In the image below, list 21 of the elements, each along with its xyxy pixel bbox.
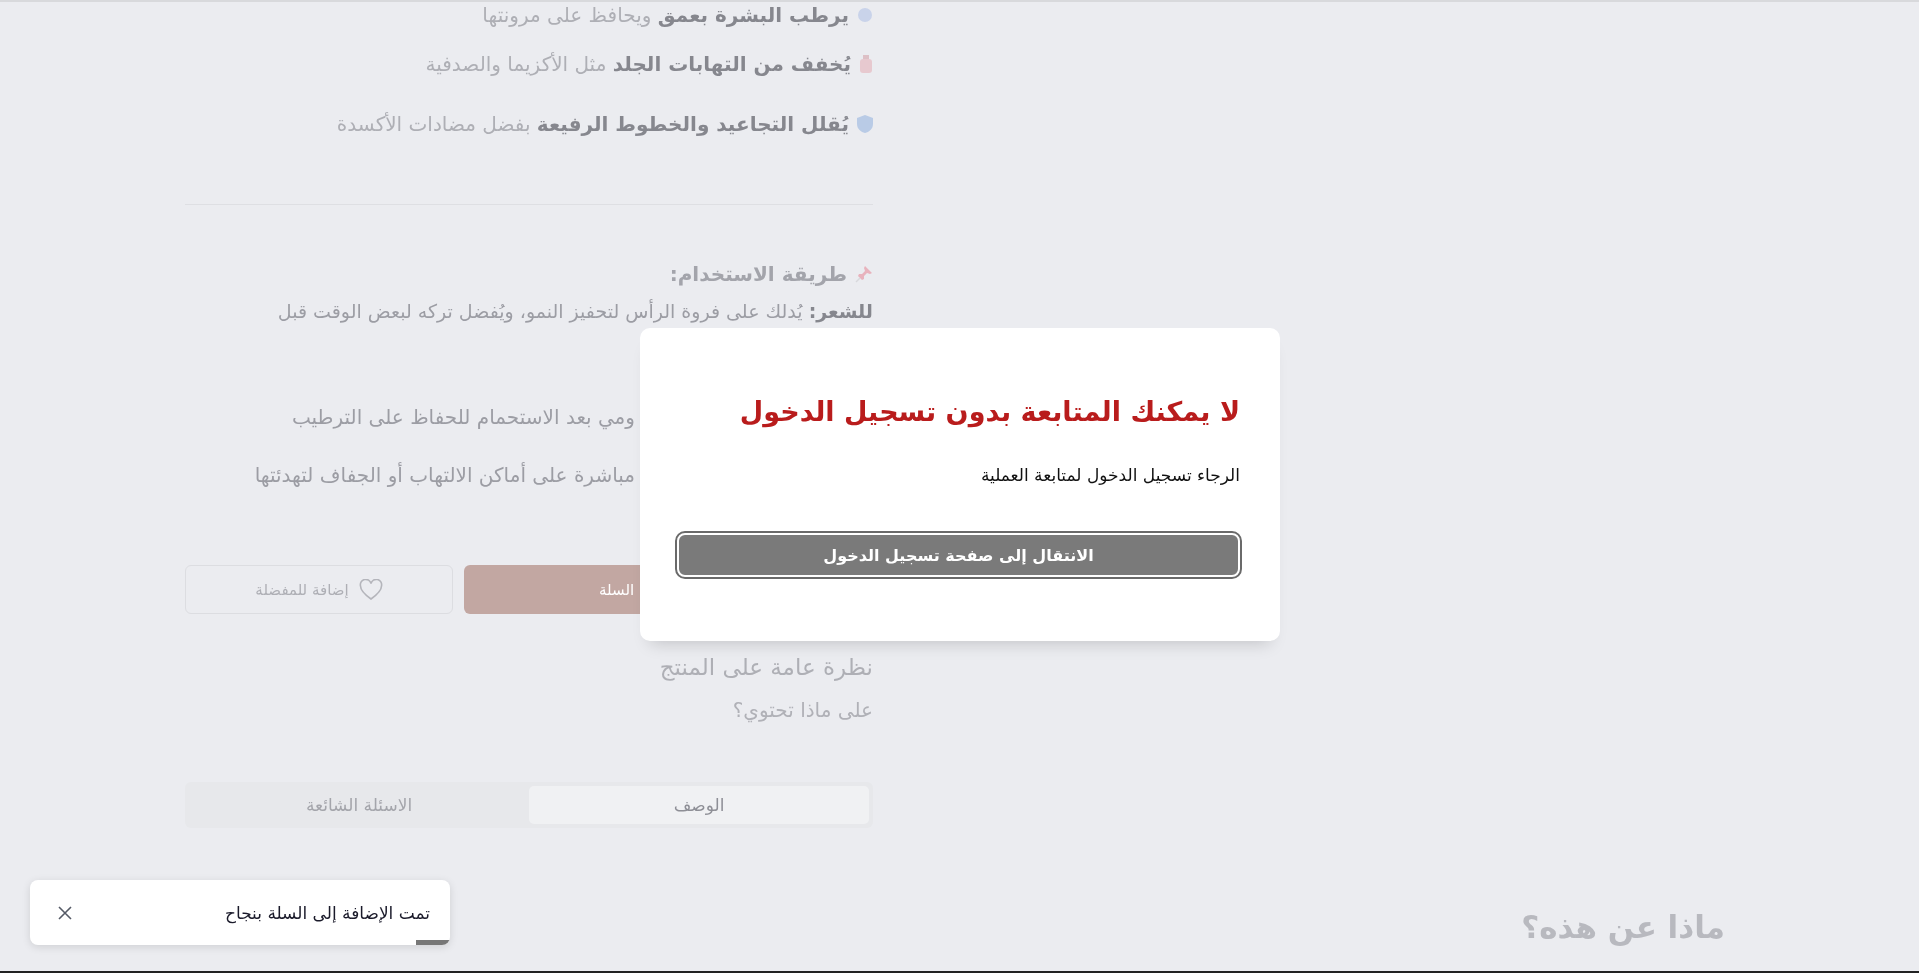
toast-message: تمت الإضافة إلى السلة بنجاح (225, 902, 430, 923)
dialog-message: الرجاء تسجيل الدخول لمتابعة العملية (979, 465, 1240, 485)
overview-subtitle: على ماذا تحتوي؟ (731, 698, 873, 722)
usage-text: ومي بعد الاستحمام للحفاظ على الترطيب (291, 405, 635, 429)
benefit-text: يُقلل التجاعيد والخطوط الرفيعة بفضل مضادات الأكسدة (336, 111, 849, 137)
benefit-text: يرطب البشرة بعمق ويحافظ على مرونتها (482, 2, 849, 28)
dialog-title: لا يمكنك المتابعة بدون تسجيل الدخول (738, 396, 1240, 427)
usage-title: طريقة الاستخدام: (669, 261, 847, 287)
benefit-text: يُخفف من التهابات الجلد مثل الأكزيما والصدفية (425, 51, 851, 77)
usage-text: للشعر: يُدلك على فروة الرأس لتحفيز النمو، ويُفضل تركه لبعض الوقت قبل (277, 299, 873, 323)
shield-icon (857, 115, 873, 133)
pin-icon (855, 265, 873, 283)
bottle-icon (859, 55, 873, 73)
overview-title: نظرة عامة على المنتج (658, 653, 873, 681)
usage-text: مباشرة على أماكن الالتهاب أو الجفاف لتهدئتها (254, 463, 635, 487)
tab[interactable]: الوصف (529, 786, 869, 824)
tab[interactable]: الاسئلة الشائعة (189, 786, 529, 824)
heart-icon (358, 578, 383, 601)
login-page-button[interactable]: الانتقال إلى صفحة تسجيل الدخول (677, 533, 1240, 577)
dot-icon (857, 7, 873, 23)
add-to-favorites-button[interactable]: إضافة للمفضلة (185, 565, 453, 614)
